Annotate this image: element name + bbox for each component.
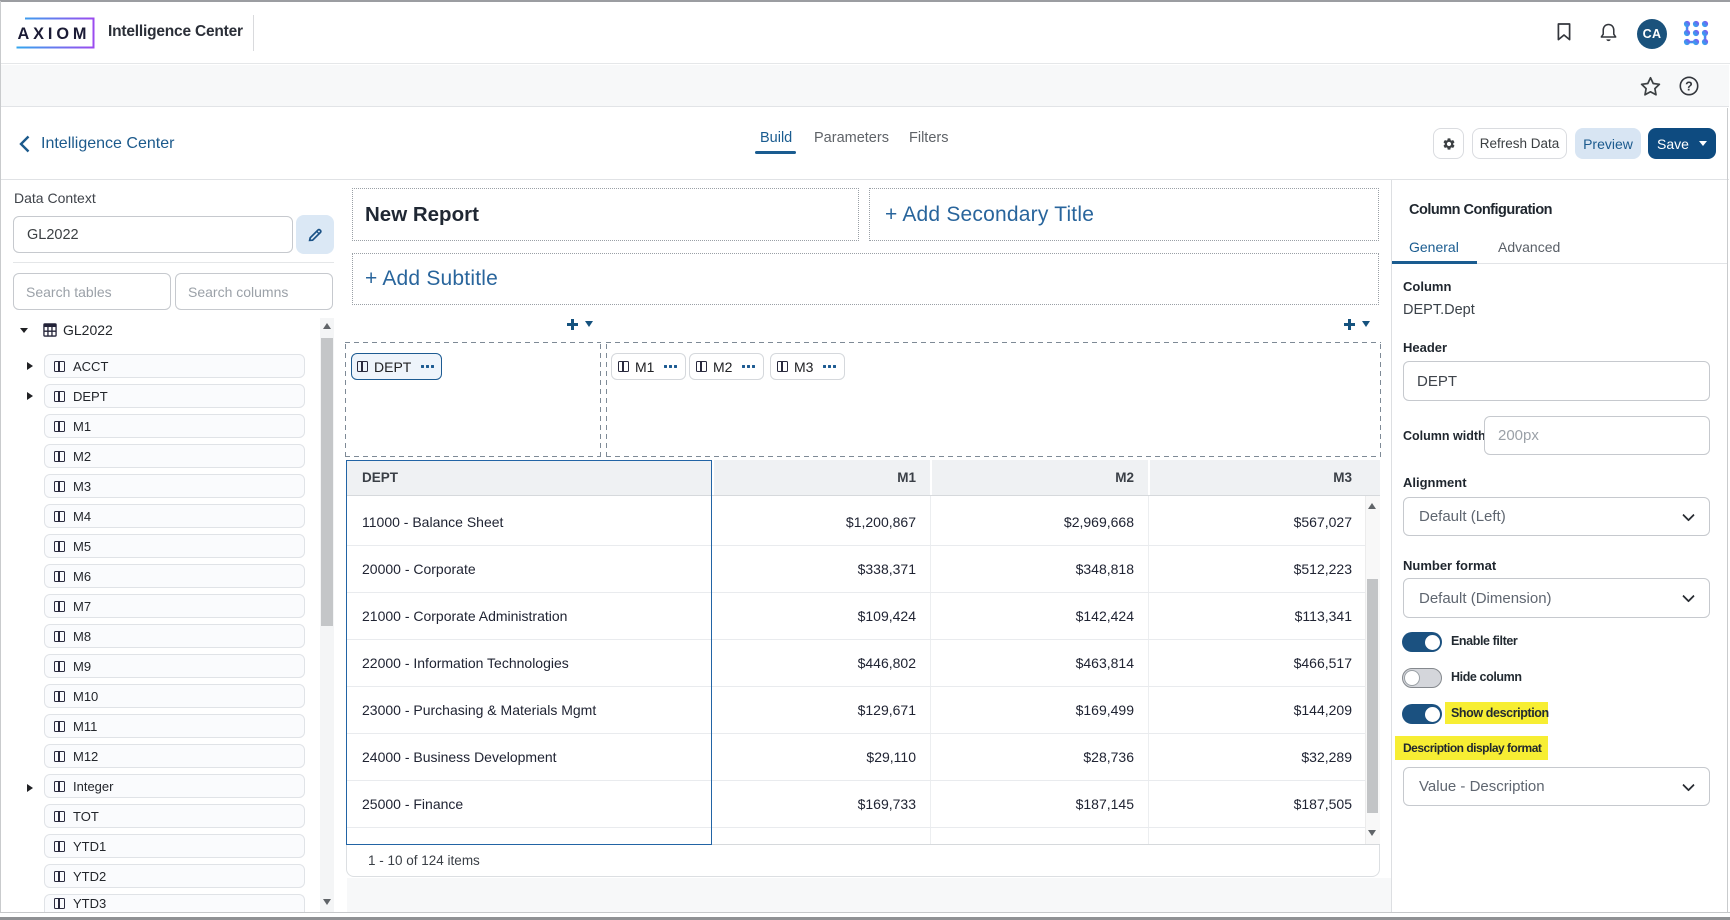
svg-text:AXIOM: AXIOM bbox=[18, 25, 91, 43]
svg-text:?: ? bbox=[1685, 80, 1693, 94]
